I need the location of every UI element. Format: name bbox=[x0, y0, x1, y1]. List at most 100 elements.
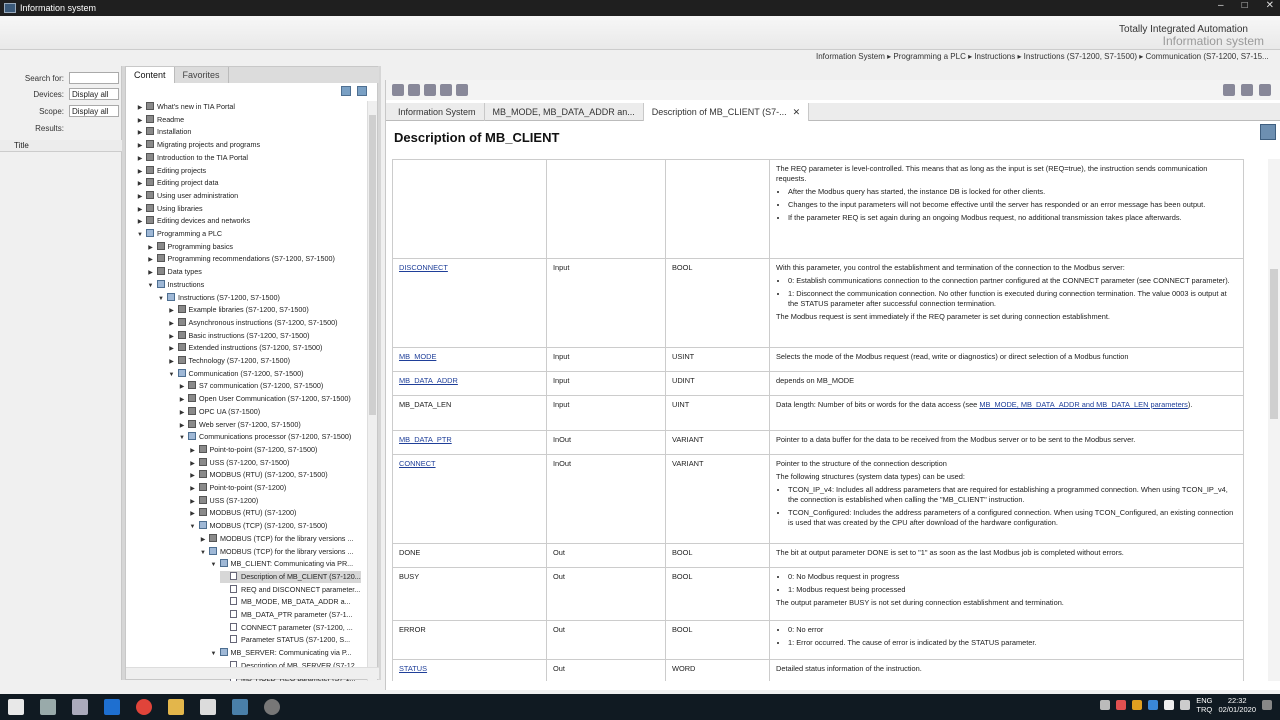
tray-icon[interactable] bbox=[1116, 700, 1127, 710]
file-explorer-icon[interactable] bbox=[168, 699, 184, 715]
pause-icon[interactable] bbox=[440, 84, 452, 96]
expand-arrow-icon[interactable]: ▶ bbox=[136, 115, 144, 127]
back-icon[interactable] bbox=[408, 84, 420, 96]
collapse-tree-icon[interactable] bbox=[357, 86, 367, 96]
tree-item[interactable]: ▶ Basic instructions (S7-1200, S7-1500) bbox=[168, 330, 310, 342]
tree-item[interactable]: REQ and DISCONNECT parameter... bbox=[220, 584, 360, 596]
scope-select[interactable]: Display all bbox=[69, 105, 119, 117]
menu-icon[interactable] bbox=[1259, 84, 1271, 96]
splitter-right[interactable] bbox=[378, 66, 381, 680]
tree-item[interactable]: ▶ USS (S7-1200) bbox=[189, 495, 258, 508]
tree-item[interactable]: ▼ Communication (S7-1200, S7-1500) bbox=[168, 368, 304, 380]
tia-portal-icon[interactable] bbox=[232, 699, 248, 715]
mail-icon[interactable] bbox=[200, 699, 216, 715]
search-input[interactable] bbox=[69, 72, 119, 84]
parameter-name[interactable]: MB_DATA_PTR bbox=[399, 435, 452, 444]
tree-item[interactable]: ▶ S7 communication (S7-1200, S7-1500) bbox=[178, 380, 323, 392]
tree-item[interactable]: ▶ Installation bbox=[136, 126, 191, 138]
content-tab[interactable]: Information System bbox=[390, 103, 485, 121]
tree-item[interactable]: ▶ Technology (S7-1200, S7-1500) bbox=[168, 355, 290, 367]
tree-item[interactable]: ▼ Instructions (S7-1200, S7-1500) bbox=[157, 292, 280, 304]
tree-item[interactable]: ▶ Web server (S7-1200, S7-1500) bbox=[178, 419, 301, 431]
tree-item[interactable]: MB_DATA_PTR parameter (S7-1... bbox=[220, 609, 353, 621]
collapse-arrow-icon[interactable]: ▼ bbox=[178, 432, 186, 444]
expand-arrow-icon[interactable]: ▶ bbox=[136, 204, 144, 216]
collapse-arrow-icon[interactable]: ▼ bbox=[168, 369, 176, 381]
content-vertical-scrollbar[interactable] bbox=[1268, 159, 1280, 681]
expand-arrow-icon[interactable]: ▶ bbox=[136, 216, 144, 228]
chrome-icon[interactable] bbox=[136, 699, 152, 715]
expand-arrow-icon[interactable]: ▶ bbox=[199, 534, 207, 546]
expand-arrow-icon[interactable]: ▶ bbox=[147, 267, 155, 279]
home-icon[interactable] bbox=[1223, 84, 1235, 96]
sync-tree-icon[interactable] bbox=[341, 86, 351, 96]
expand-arrow-icon[interactable]: ▶ bbox=[189, 496, 197, 508]
expand-arrow-icon[interactable]: ▶ bbox=[136, 102, 144, 114]
parameter-name[interactable]: MB_MODE bbox=[399, 352, 436, 361]
clock[interactable]: 22:32 02/01/2020 bbox=[1218, 696, 1256, 714]
content-tab[interactable]: Description of MB_CLIENT (S7-... ✕ bbox=[643, 103, 810, 121]
tree-item[interactable]: ▶ Editing projects bbox=[136, 165, 206, 177]
tab-content[interactable]: Content bbox=[126, 67, 175, 83]
collapse-arrow-icon[interactable]: ▼ bbox=[210, 648, 218, 660]
expand-arrow-icon[interactable]: ▶ bbox=[189, 458, 197, 470]
devices-select[interactable]: Display all bbox=[69, 88, 119, 100]
tree-item[interactable]: ▼ MODBUS (TCP) for the library versions .… bbox=[199, 546, 353, 558]
tree-item[interactable]: MB_MODE, MB_DATA_ADDR a... bbox=[220, 596, 351, 608]
collapse-arrow-icon[interactable]: ▼ bbox=[157, 293, 165, 305]
notifications-icon[interactable] bbox=[1262, 700, 1272, 710]
print-icon[interactable] bbox=[1241, 84, 1253, 96]
tree-item[interactable]: ▶ Using user administration bbox=[136, 190, 238, 202]
expand-arrow-icon[interactable]: ▶ bbox=[136, 166, 144, 178]
tree-item[interactable]: ▶ Editing project data bbox=[136, 177, 219, 189]
expand-arrow-icon[interactable]: ▶ bbox=[136, 153, 144, 165]
maximize-button[interactable]: □ bbox=[1242, 0, 1248, 11]
tree-item[interactable]: ▶ Programming basics bbox=[147, 241, 233, 253]
tree-item[interactable]: CONNECT parameter (S7-1200, ... bbox=[220, 622, 353, 634]
expand-arrow-icon[interactable]: ▶ bbox=[168, 331, 176, 343]
tree-item[interactable]: ▼ MB_SERVER: Communicating via P... bbox=[210, 647, 352, 659]
search-icon[interactable] bbox=[40, 699, 56, 715]
parameter-name[interactable]: DISCONNECT bbox=[399, 263, 448, 272]
tree-item[interactable]: ▶ What's new in TIA Portal bbox=[136, 101, 235, 113]
expand-arrow-icon[interactable]: ▶ bbox=[136, 178, 144, 190]
collapse-arrow-icon[interactable]: ▼ bbox=[136, 229, 144, 241]
task-view-icon[interactable] bbox=[72, 699, 88, 715]
tree-item[interactable]: ▶ Example libraries (S7-1200, S7-1500) bbox=[168, 304, 309, 316]
expand-arrow-icon[interactable]: ▶ bbox=[147, 254, 155, 266]
expand-arrow-icon[interactable]: ▶ bbox=[189, 445, 197, 457]
parameter-name[interactable]: STATUS bbox=[399, 664, 427, 673]
tree-item[interactable]: ▶ MODBUS (RTU) (S7-1200, S7-1500) bbox=[189, 469, 328, 481]
expand-arrow-icon[interactable]: ▶ bbox=[178, 420, 186, 432]
minimize-button[interactable]: – bbox=[1218, 0, 1224, 11]
tray-icon[interactable] bbox=[1100, 700, 1111, 710]
tree-item[interactable]: ▶ MODBUS (RTU) (S7-1200) bbox=[189, 507, 296, 519]
tray-icon[interactable] bbox=[1148, 700, 1159, 710]
tree-item[interactable]: ▶ Editing devices and networks bbox=[136, 215, 250, 227]
volume-icon[interactable] bbox=[1180, 700, 1191, 710]
tree-item[interactable]: ▼ Programming a PLC bbox=[136, 228, 222, 240]
tree-item[interactable]: ▶ Introduction to the TIA Portal bbox=[136, 152, 248, 164]
add-favorite-icon[interactable] bbox=[456, 84, 468, 96]
tree-item[interactable]: ▶ Using libraries bbox=[136, 203, 203, 215]
expand-arrow-icon[interactable]: ▶ bbox=[168, 343, 176, 355]
expand-arrow-icon[interactable]: ▶ bbox=[178, 407, 186, 419]
expand-arrow-icon[interactable]: ▶ bbox=[189, 483, 197, 495]
expand-arrow-icon[interactable]: ▶ bbox=[178, 381, 186, 393]
tree-item[interactable]: ▼ MB_CLIENT: Communicating via PR... bbox=[210, 558, 353, 570]
expand-arrow-icon[interactable]: ▶ bbox=[168, 318, 176, 330]
tree-item[interactable]: ▶ OPC UA (S7-1500) bbox=[178, 406, 260, 418]
tree-item[interactable]: ▶ Point-to-point (S7-1200, S7-1500) bbox=[189, 444, 317, 457]
expand-arrow-icon[interactable]: ▶ bbox=[189, 470, 197, 482]
edge-icon[interactable] bbox=[104, 699, 120, 715]
tree-item[interactable]: ▶ MODBUS (TCP) for the library versions .… bbox=[199, 533, 353, 545]
tree-item[interactable]: ▼ MODBUS (TCP) (S7-1200, S7-1500) bbox=[189, 520, 327, 533]
description-link[interactable]: MB_MODE, MB_DATA_ADDR and MB_DATA_LEN pa… bbox=[979, 400, 1188, 409]
content-tab[interactable]: MB_MODE, MB_DATA_ADDR an... bbox=[485, 103, 644, 121]
collapse-arrow-icon[interactable]: ▼ bbox=[189, 521, 197, 533]
breadcrumb[interactable]: Information System ▸ Programming a PLC ▸… bbox=[816, 52, 1276, 61]
expand-arrow-icon[interactable]: ▶ bbox=[168, 305, 176, 317]
collapse-arrow-icon[interactable]: ▼ bbox=[199, 547, 207, 559]
start-icon[interactable] bbox=[8, 699, 24, 715]
tree-item[interactable]: ▶ Migrating projects and programs bbox=[136, 139, 260, 151]
